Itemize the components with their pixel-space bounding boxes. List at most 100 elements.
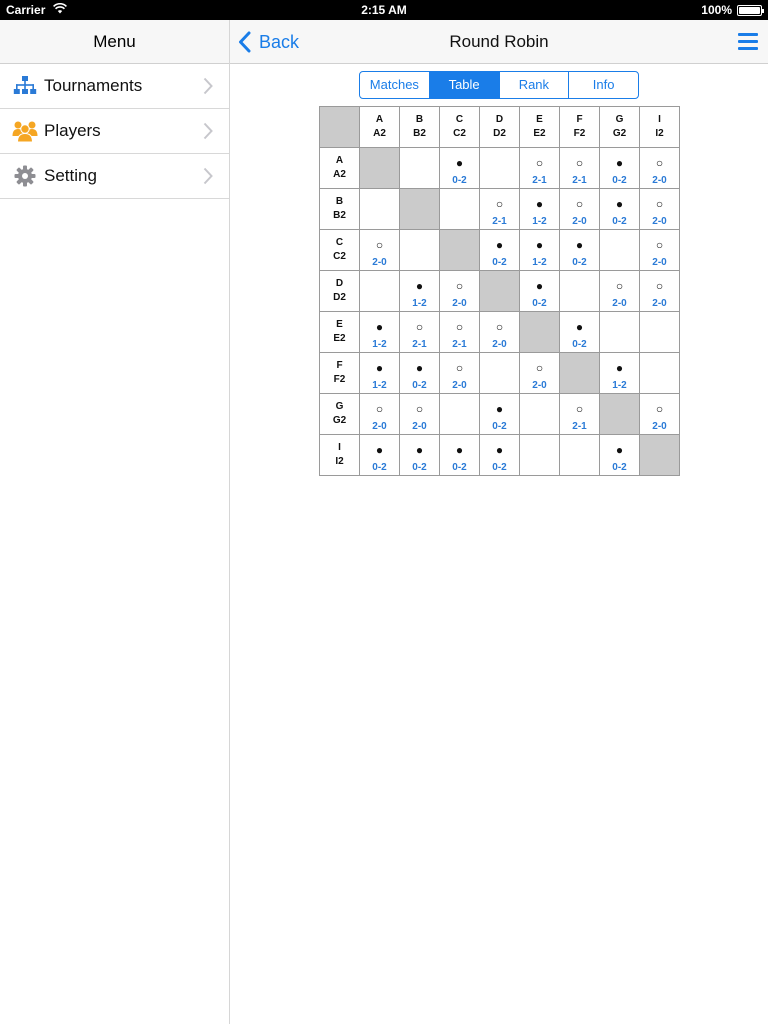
match-cell[interactable]: ● 1-2 [599,352,640,394]
match-cell[interactable] [519,434,560,476]
match-cell[interactable]: ● 1-2 [359,311,400,353]
match-cell[interactable]: ○ 2-0 [439,352,480,394]
diagonal-cell [439,229,480,271]
player-name: B2 [333,210,346,221]
sidebar-item-tournaments[interactable]: Tournaments [0,64,229,109]
match-cell[interactable]: ○ 2-0 [599,270,640,312]
match-score: 2-0 [452,380,467,391]
match-score: 2-1 [572,175,587,186]
match-cell[interactable]: ● 0-2 [479,229,520,271]
sidebar-item-setting[interactable]: Setting [0,154,229,199]
match-cell[interactable]: ○ 2-0 [559,188,600,230]
match-score: 2-0 [652,257,667,268]
match-cell[interactable] [559,270,600,312]
match-cell[interactable]: ○ 2-0 [479,311,520,353]
table-row: G G2 ○ 2-0 ○ 2-0 ● 0-2 ○ 2-1 ○ 2-0 [319,393,680,435]
match-cell[interactable]: ○ 2-0 [399,393,440,435]
column-header: B B2 [399,106,440,148]
win-marker: ○ [655,156,664,170]
row-header: D D2 [319,270,360,312]
match-score: 1-2 [532,216,547,227]
match-cell[interactable]: ● 0-2 [439,147,480,189]
column-header: E E2 [519,106,560,148]
match-score: 0-2 [492,421,507,432]
match-score: 0-2 [492,257,507,268]
match-cell[interactable]: ● 0-2 [599,188,640,230]
match-cell[interactable] [439,393,480,435]
match-cell[interactable] [519,393,560,435]
match-cell[interactable]: ● 0-2 [559,229,600,271]
match-cell[interactable]: ○ 2-1 [559,393,600,435]
match-cell[interactable]: ○ 2-0 [639,229,680,271]
match-cell[interactable]: ● 0-2 [399,352,440,394]
segment-table[interactable]: Table [429,72,500,98]
player-code: E [536,114,543,125]
match-cell[interactable]: ● 1-2 [519,188,560,230]
match-score: 0-2 [452,175,467,186]
match-cell[interactable] [439,188,480,230]
match-cell[interactable]: ● 0-2 [359,434,400,476]
match-cell[interactable]: ● 0-2 [479,434,520,476]
match-cell[interactable] [479,352,520,394]
sidebar-item-players[interactable]: Players [0,109,229,154]
match-score: 0-2 [412,462,427,473]
match-cell[interactable] [599,311,640,353]
match-cell[interactable]: ● 0-2 [519,270,560,312]
match-cell[interactable]: ● 0-2 [479,393,520,435]
match-score: 0-2 [612,216,627,227]
player-name: E2 [333,333,346,344]
match-cell[interactable]: ○ 2-0 [439,270,480,312]
table-row: D D2 ● 1-2 ○ 2-0 ● 0-2 ○ 2-0 ○ 2-0 [319,270,680,312]
match-cell[interactable] [359,188,400,230]
player-name: F2 [333,374,346,385]
match-score: 2-0 [652,421,667,432]
match-cell[interactable]: ● 0-2 [399,434,440,476]
match-cell[interactable]: ● 0-2 [599,434,640,476]
match-cell[interactable]: ● 0-2 [559,311,600,353]
match-cell[interactable]: ○ 2-0 [639,270,680,312]
loss-marker: ● [375,443,384,457]
match-cell[interactable]: ○ 2-0 [519,352,560,394]
match-cell[interactable] [599,229,640,271]
match-cell[interactable]: ● 0-2 [599,147,640,189]
match-cell[interactable]: ● 1-2 [519,229,560,271]
match-cell[interactable]: ● 1-2 [359,352,400,394]
match-score: 0-2 [412,380,427,391]
match-cell[interactable] [479,147,520,189]
match-score: 0-2 [572,339,587,350]
match-cell[interactable]: ○ 2-1 [519,147,560,189]
player-name: I2 [655,128,664,139]
match-cell[interactable]: ○ 2-1 [479,188,520,230]
match-cell[interactable] [399,229,440,271]
match-cell[interactable] [639,352,680,394]
loss-marker: ● [375,320,384,334]
match-cell[interactable]: ○ 2-0 [639,393,680,435]
win-marker: ○ [455,279,464,293]
match-cell[interactable]: ○ 2-0 [639,147,680,189]
match-cell[interactable]: ○ 2-1 [439,311,480,353]
match-cell[interactable] [639,311,680,353]
match-cell[interactable]: ○ 2-1 [399,311,440,353]
match-cell[interactable]: ○ 2-0 [639,188,680,230]
win-marker: ○ [655,402,664,416]
match-score: 2-0 [612,298,627,309]
match-cell[interactable]: ● 1-2 [399,270,440,312]
column-header: C C2 [439,106,480,148]
table-row: A A2 ● 0-2 ○ 2-1 ○ 2-1 ● 0-2 ○ 2-0 [319,147,680,189]
player-name: C2 [333,251,346,262]
segment-info[interactable]: Info [569,72,638,98]
match-cell[interactable]: ○ 2-0 [359,393,400,435]
sidebar-item-label: Tournaments [44,76,143,95]
round-robin-table: A A2 B B2 C C2 D D2 E E2 F F2 G G2 I I2 A A2 ● 0-2 ○ 2-1 ○ 2-1 ●… [319,106,680,476]
column-header: A A2 [359,106,400,148]
match-cell[interactable] [559,434,600,476]
match-cell[interactable] [359,270,400,312]
match-cell[interactable] [399,147,440,189]
match-cell[interactable]: ● 0-2 [439,434,480,476]
segment-rank[interactable]: Rank [500,72,570,98]
hamburger-menu-icon[interactable] [738,33,758,51]
match-cell[interactable]: ○ 2-1 [559,147,600,189]
row-header: I I2 [319,434,360,476]
match-cell[interactable]: ○ 2-0 [359,229,400,271]
segment-matches[interactable]: Matches [360,72,430,98]
